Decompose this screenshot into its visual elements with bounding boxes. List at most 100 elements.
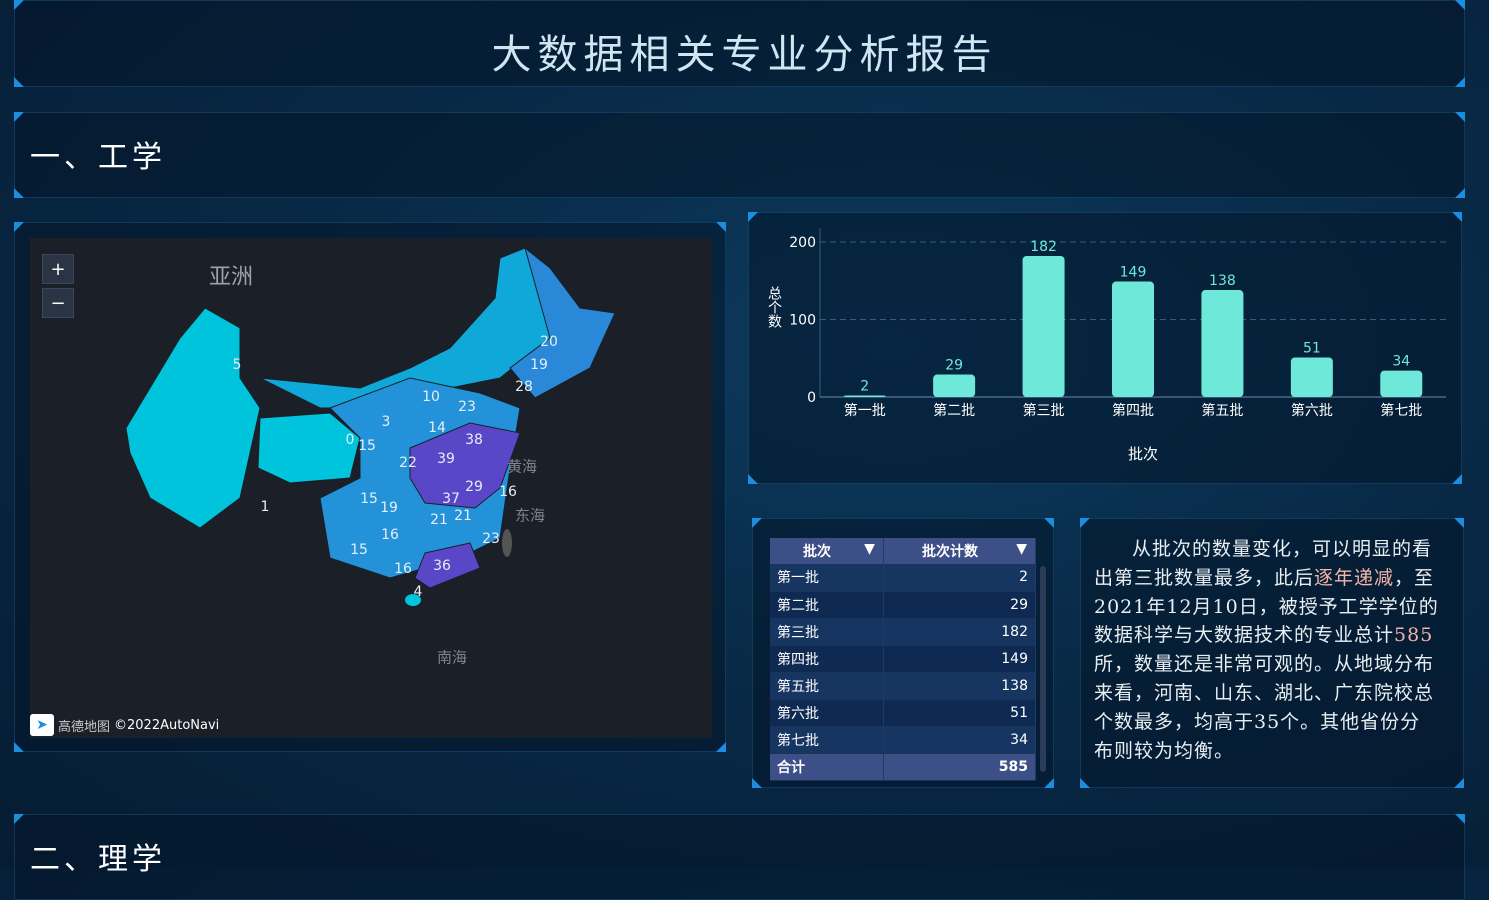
province-value-label: 23 [482,531,500,547]
count-cell: 2 [883,564,1037,592]
amap-logo-icon: ➤ [30,714,54,736]
bar-value-label: 138 [1209,273,1236,289]
count-cell: 29 [883,591,1037,619]
x-tick-label: 第三批 [1023,402,1065,419]
total-row: 合计 585 [770,753,1037,781]
zoom-out-button[interactable]: − [42,288,74,318]
bar[interactable] [933,374,976,397]
province-value-label: 5 [232,357,242,373]
x-tick-label: 第一批 [844,402,886,419]
province-value-label: 16 [499,484,517,500]
bar[interactable] [843,395,886,397]
count-cell: 182 [883,618,1037,646]
x-tick-label: 第二批 [933,402,975,419]
sea-label: 东海 [514,506,546,525]
province-value-label: 14 [428,420,446,436]
batch-cell: 第一批 [770,564,884,592]
attribution-text: ©2022AutoNavi [114,717,220,733]
table-row: 第五批 138 [770,672,1037,700]
bar[interactable] [1112,281,1154,397]
count-cell: 34 [883,726,1037,754]
continent-label: 亚洲 [208,265,254,290]
province-value-label: 19 [530,357,548,373]
table-scrollbar[interactable] [1040,566,1046,772]
y-tick-label: 0 [807,390,816,406]
sort-dropdown-icon[interactable]: ▼ [864,541,875,557]
sort-dropdown-icon[interactable]: ▼ [1016,541,1027,557]
section-panel-science [14,814,1465,900]
batch-cell: 第六批 [770,699,884,727]
province-value-label: 0 [345,432,355,448]
x-tick-label: 第六批 [1291,402,1333,419]
highlight-number: 585 [1394,624,1434,647]
section-title-engineering: 一、工学 [30,140,166,175]
y-tick-label: 100 [789,313,816,329]
x-tick-label: 第七批 [1380,402,1422,419]
analysis-text: 从批次的数量变化，可以明显的看出第三批数量最多，此后逐年递减，至2021年12月… [1094,538,1439,762]
table-row: 第三批 182 [770,618,1037,646]
province-value-label: 23 [458,399,476,415]
total-value: 585 [883,753,1037,781]
count-cell: 138 [883,672,1037,700]
province-value-label: 29 [465,479,483,495]
column-header-batch[interactable]: 批次 ▼ [770,538,884,564]
count-cell: 149 [883,645,1037,673]
region-west [125,307,261,529]
batch-cell: 第二批 [770,591,884,619]
province-value-label: 3 [381,414,391,430]
province-value-label: 20 [540,334,558,350]
sea-label: 南海 [436,648,468,667]
batch-table: 批次 ▼ 批次计数 ▼ 第一批 2 第二批 29 第三批 182 第四批 149 第五批 138 第六批… [770,538,1037,781]
bar-value-label: 149 [1120,265,1147,281]
amap-logo-text: 高德地图 [58,719,111,735]
bar-value-label: 51 [1303,340,1321,356]
bar[interactable] [1201,290,1244,397]
province-value-label: 22 [399,455,417,471]
zoom-in-button[interactable]: + [42,254,74,284]
province-value-label: 38 [465,432,483,448]
province-value-label: 28 [515,379,533,395]
province-value-label: 1 [260,499,270,515]
province-value-label: 21 [430,512,448,528]
bar[interactable] [1022,255,1065,397]
province-value-label: 37 [442,491,460,507]
section-panel-engineering [14,112,1465,198]
province-value-label: 21 [454,508,472,524]
bar[interactable] [1380,370,1423,397]
page-title: 大数据相关专业分析报告 [491,32,998,78]
highlight-text: 逐年递减 [1314,566,1395,589]
table-row: 第六批 51 [770,699,1037,727]
bar-value-label: 34 [1392,354,1410,370]
bar-value-label: 29 [945,358,963,374]
batch-cell: 第三批 [770,618,884,646]
china-map[interactable]: + − 亚洲 黄海 东海 南海 5 1 0 15 3 10 23 14 38 22 39 29 16 37… [30,238,712,738]
x-axis-title: 批次 [1128,445,1158,463]
column-header-count[interactable]: 批次计数 ▼ [883,538,1037,564]
batch-cell: 第五批 [770,672,884,700]
table-row: 第二批 29 [770,591,1037,619]
y-axis-title: 总个数 [766,286,782,328]
province-value-label: 16 [394,561,412,577]
x-tick-label: 第四批 [1112,402,1154,419]
region-taiwan [502,529,512,557]
x-tick-label: 第五批 [1201,402,1243,419]
province-value-label: 15 [350,542,368,558]
section-title-science: 二、理学 [30,842,166,877]
count-cell: 51 [883,699,1037,727]
province-value-label: 15 [360,491,378,507]
region-qinghai [257,412,361,484]
bar[interactable] [1290,357,1333,397]
batch-cell: 第四批 [770,645,884,673]
table-row: 第七批 34 [770,726,1037,754]
batch-cell: 第七批 [770,726,884,754]
table-row: 第一批 2 [770,564,1037,592]
map-shapes [125,246,616,606]
bar-value-label: 182 [1030,239,1057,255]
map-attribution: ➤ 高德地图 ©2022AutoNavi [30,714,219,736]
province-value-label: 39 [437,451,455,467]
province-value-label: 4 [413,584,423,600]
province-value-label: 36 [433,558,451,574]
province-value-label: 19 [380,500,398,516]
bar-chart: 0 100 200 2 第一批 29 第二批 182 第三批 149 第四批 138 第五批 51 第六批 3… [766,228,1446,463]
bar-value-label: 2 [860,378,869,394]
